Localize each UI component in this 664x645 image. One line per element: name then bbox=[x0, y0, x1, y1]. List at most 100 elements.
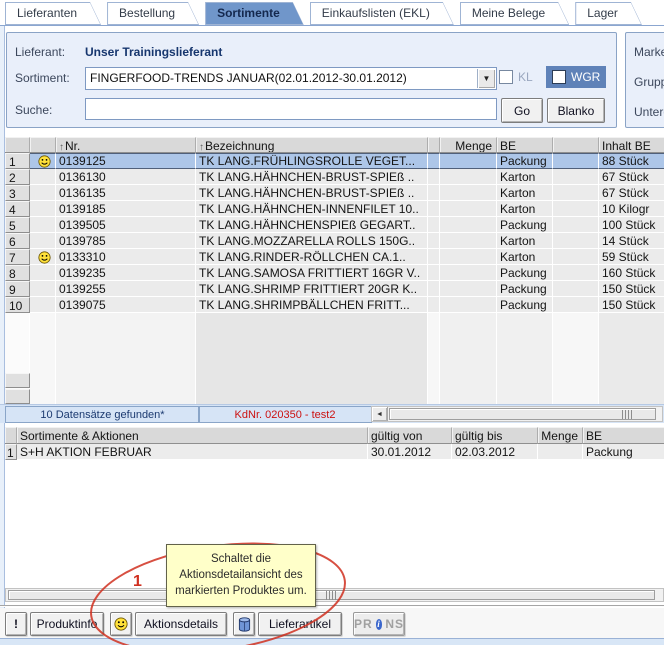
table-row[interactable]: 9 0139255 TK LANG.SHRIMP FRITTIERT 20GR … bbox=[5, 281, 664, 297]
cell-menge bbox=[440, 249, 497, 265]
tab-label: Sortimente bbox=[205, 2, 304, 20]
scroll-left-icon[interactable]: ◄ bbox=[372, 407, 388, 421]
scrollbar-thumb[interactable] bbox=[389, 408, 656, 420]
column-header-be[interactable]: BE bbox=[497, 137, 553, 153]
aktionsdetails-button[interactable]: Aktionsdetails bbox=[135, 612, 227, 636]
tab-sortimente[interactable]: Sortimente bbox=[205, 2, 304, 25]
suche-input[interactable] bbox=[85, 98, 497, 120]
cell-nr: 0139125 bbox=[56, 153, 196, 169]
tab-label: Einkaufslisten (EKL) bbox=[310, 2, 454, 20]
cell-spacer bbox=[428, 185, 440, 201]
cell-spacer bbox=[553, 265, 599, 281]
alert-button[interactable]: ! bbox=[5, 612, 27, 636]
table-row[interactable]: 8 0139235 TK LANG.SAMOSA FRITTIERT 16GR … bbox=[5, 265, 664, 281]
kl-checkbox[interactable]: KL bbox=[499, 70, 533, 84]
action-indicator-cell bbox=[30, 297, 56, 313]
window-bottom-edge bbox=[0, 638, 664, 645]
cell-spacer bbox=[553, 153, 599, 169]
cell-bezeichnung: TK LANG.HÄHNCHEN-INNENFILET 10.. bbox=[196, 201, 428, 217]
column-header-nr[interactable]: ↑Nr. bbox=[56, 137, 196, 153]
sort-asc-icon: ↑ bbox=[59, 142, 64, 153]
cell-inhalt-be: 88 Stück bbox=[599, 153, 664, 169]
column-header-sortimente-aktionen[interactable]: Sortimente & Aktionen bbox=[17, 427, 368, 444]
cell-inhalt-be: 14 Stück bbox=[599, 233, 664, 249]
column-header-be[interactable]: BE bbox=[583, 427, 664, 444]
cell-menge bbox=[440, 233, 497, 249]
tab-bestellung[interactable]: Bestellung bbox=[107, 2, 199, 25]
action-indicator-cell bbox=[30, 217, 56, 233]
table-row[interactable]: 10 0139075 TK LANG.SHRIMPBÄLLCHEN FRITT.… bbox=[5, 297, 664, 313]
chevron-down-icon[interactable]: ▼ bbox=[477, 69, 495, 88]
column-header-inhalt-be[interactable]: Inhalt BE bbox=[599, 137, 664, 153]
produktinfo-button[interactable]: Produktinfo bbox=[30, 612, 104, 636]
cell-spacer bbox=[553, 217, 599, 233]
cell-bezeichnung: TK LANG.MOZZARELLA ROLLS 150G.. bbox=[196, 233, 428, 249]
wgr-checkbox[interactable]: WGR bbox=[546, 66, 606, 88]
row-number: 10 bbox=[5, 297, 30, 313]
table-row[interactable]: 3 0136135 TK LANG.HÄHNCHEN-BRUST-SPIEß .… bbox=[5, 185, 664, 201]
tab-meine-belege[interactable]: Meine Belege bbox=[460, 2, 569, 25]
cell-menge bbox=[440, 201, 497, 217]
cell-menge bbox=[440, 185, 497, 201]
tooltip-line: Aktionsdetailansicht des bbox=[167, 567, 315, 583]
wgr-checkbox-label: WGR bbox=[571, 70, 600, 84]
column-header-gueltig-bis[interactable]: gültig bis bbox=[452, 427, 538, 444]
table-row[interactable]: 4 0139185 TK LANG.HÄHNCHEN-INNENFILET 10… bbox=[5, 201, 664, 217]
cell-be: Packung bbox=[497, 217, 553, 233]
table-row[interactable]: 1 0139125 TK LANG.FRÜHLINGSROLLE VEGET..… bbox=[5, 153, 664, 169]
sortiment-combobox[interactable]: FINGERFOOD-TRENDS JANUAR(02.01.2012-30.0… bbox=[85, 67, 497, 90]
main-tab-bar: Lieferanten Bestellung Sortimente Einkau… bbox=[5, 2, 642, 25]
scrollbar-thumb[interactable] bbox=[8, 590, 655, 600]
action-indicator-cell bbox=[30, 169, 56, 185]
row-number: 2 bbox=[5, 169, 30, 185]
tab-lager[interactable]: Lager bbox=[575, 2, 642, 25]
horizontal-scrollbar[interactable]: ◄ bbox=[371, 406, 663, 422]
row-number: 1 bbox=[5, 153, 30, 169]
aktionen-table-row[interactable]: 1 S+H AKTION FEBRUAR 30.01.2012 02.03.20… bbox=[5, 444, 664, 460]
cell-menge bbox=[440, 169, 497, 185]
action-indicator-cell bbox=[30, 233, 56, 249]
cell-spacer bbox=[553, 201, 599, 217]
header-icon bbox=[30, 137, 56, 153]
cell-menge bbox=[440, 281, 497, 297]
table-row[interactable]: 6 0139785 TK LANG.MOZZARELLA ROLLS 150G.… bbox=[5, 233, 664, 249]
toolbar-separator bbox=[0, 605, 664, 607]
cell-spacer bbox=[428, 169, 440, 185]
action-indicator-cell bbox=[30, 249, 56, 265]
content-top-border bbox=[0, 25, 664, 26]
cell-spacer bbox=[553, 169, 599, 185]
table-row[interactable]: 2 0136130 TK LANG.HÄHNCHEN-BRUST-SPIEß .… bbox=[5, 169, 664, 185]
row-number: 9 bbox=[5, 281, 30, 297]
cell-bezeichnung: TK LANG.RINDER-RÖLLCHEN CA.1.. bbox=[196, 249, 428, 265]
action-indicator-cell bbox=[30, 281, 56, 297]
header-spacer bbox=[428, 137, 440, 153]
checkbox-icon bbox=[552, 70, 566, 84]
horizontal-scrollbar-lower[interactable] bbox=[5, 588, 664, 602]
tab-lieferanten[interactable]: Lieferanten bbox=[5, 2, 101, 25]
status-bar: 10 Datensätze gefunden* KdNr. 020350 - t… bbox=[0, 404, 664, 423]
table-row[interactable]: 7 0133310 TK LANG.RINDER-RÖLLCHEN CA.1..… bbox=[5, 249, 664, 265]
cell-be: Packung bbox=[583, 444, 664, 460]
column-header-menge[interactable]: Menge bbox=[440, 137, 497, 153]
aktionsdetails-toggle-button[interactable] bbox=[110, 612, 132, 636]
header-spacer bbox=[553, 137, 599, 153]
cell-inhalt-be: 10 Kilogr bbox=[599, 201, 664, 217]
prins-label-pre: PR bbox=[354, 617, 373, 631]
cell-bezeichnung: TK LANG.FRÜHLINGSROLLE VEGET... bbox=[196, 153, 428, 169]
column-header-menge[interactable]: Menge bbox=[538, 427, 583, 444]
cell-inhalt-be: 150 Stück bbox=[599, 297, 664, 313]
table-row[interactable]: 5 0139505 TK LANG.HÄHNCHENSPIEß GEGART..… bbox=[5, 217, 664, 233]
header-rownum bbox=[5, 137, 30, 153]
row-number: 6 bbox=[5, 233, 30, 249]
lieferartikel-button[interactable]: Lieferartikel bbox=[258, 612, 342, 636]
tab-einkaufslisten[interactable]: Einkaufslisten (EKL) bbox=[310, 2, 454, 25]
blanko-button[interactable]: Blanko bbox=[547, 98, 605, 123]
go-button[interactable]: Go bbox=[501, 98, 543, 123]
column-header-label: Bezeichnung bbox=[205, 139, 274, 153]
column-header-gueltig-von[interactable]: gültig von bbox=[368, 427, 452, 444]
cell-nr: 0139075 bbox=[56, 297, 196, 313]
column-header-bezeichnung[interactable]: ↑Bezeichnung bbox=[196, 137, 428, 153]
lieferartikel-icon-button[interactable] bbox=[233, 612, 255, 636]
smiley-icon bbox=[38, 251, 51, 264]
cell-nr: 0136135 bbox=[56, 185, 196, 201]
